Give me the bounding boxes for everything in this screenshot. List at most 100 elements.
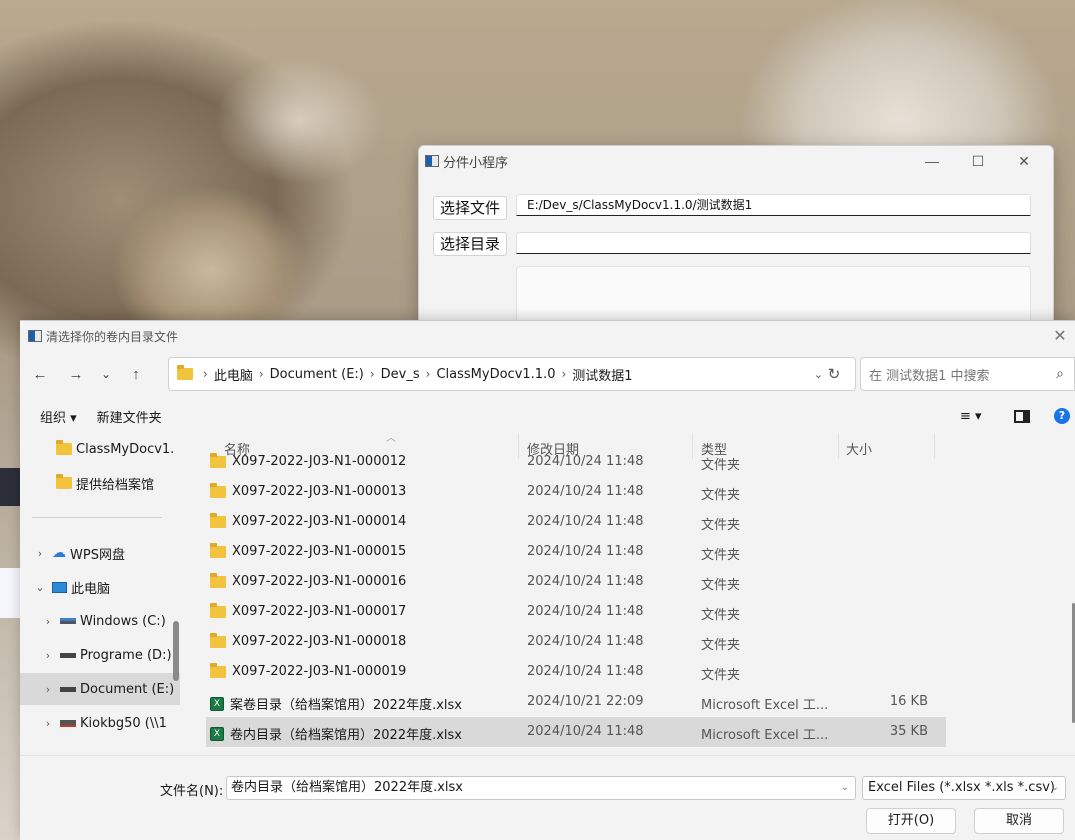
expand-chevron-icon[interactable]: › — [40, 649, 56, 662]
dialog-footer: 文件名(N): 卷内目录（给档案馆用）2022年度.xlsx ⌄ Excel F… — [20, 755, 1075, 840]
maximize-button[interactable]: ☐ — [955, 146, 1001, 176]
app-title: 分件小程序 — [443, 155, 509, 171]
file-name: X097-2022-J03-N1-000015 — [232, 544, 407, 559]
file-row[interactable]: X097-2022-J03-N1-000016 2024/10/24 11:48… — [206, 567, 946, 597]
sidebar-item-classmydoc[interactable]: ClassMyDocv1. — [20, 433, 180, 465]
file-row[interactable]: X097-2022-J03-N1-000013 2024/10/24 11:48… — [206, 477, 946, 507]
file-name: 卷内目录（给档案馆用）2022年度.xlsx — [230, 728, 462, 743]
network-drive-icon — [60, 719, 76, 727]
file-name: 案卷目录（给档案馆用）2022年度.xlsx — [230, 698, 462, 713]
breadcrumb-this-pc[interactable]: 此电脑 — [214, 365, 253, 384]
file-row[interactable]: X097-2022-J03-N1-000015 2024/10/24 11:48… — [206, 537, 946, 567]
view-options-button[interactable]: ≡ ▾ — [960, 401, 982, 431]
file-row-selected[interactable]: X 卷内目录（给档案馆用）2022年度.xlsx 2024/10/24 11:48… — [206, 717, 946, 747]
expand-chevron-icon[interactable]: › — [40, 615, 56, 628]
collapse-chevron-icon[interactable]: ⌄ — [32, 581, 48, 594]
file-row[interactable]: X097-2022-J03-N1-000014 2024/10/24 11:48… — [206, 507, 946, 537]
file-date: 2024/10/24 11:48 — [527, 664, 644, 679]
search-placeholder: 在 测试数据1 中搜索 — [869, 368, 990, 384]
filename-input[interactable]: 卷内目录（给档案馆用）2022年度.xlsx ⌄ — [226, 776, 856, 800]
preview-pane-button[interactable] — [1014, 401, 1030, 431]
expand-chevron-icon[interactable]: › — [32, 547, 48, 560]
file-row[interactable]: X 案卷目录（给档案馆用）2022年度.xlsx 2024/10/21 22:09… — [206, 687, 946, 717]
open-button[interactable]: 打开(O) — [866, 808, 956, 834]
breadcrumb-separator: › — [425, 367, 431, 381]
sidebar-item-label: 此电脑 — [71, 581, 111, 597]
window-controls: — ☐ ✕ — [909, 146, 1047, 176]
chevron-down-icon[interactable]: ⌄ — [841, 777, 849, 799]
sidebar-divider — [32, 517, 162, 518]
filename-label: 文件名(N): — [160, 784, 224, 799]
chevron-down-icon[interactable]: ⌄ — [1051, 777, 1059, 799]
recent-locations-button[interactable]: ⌄ — [94, 362, 118, 386]
file-type: 文件夹 — [701, 548, 741, 563]
navigation-pane: ClassMyDocv1. 提供给档案馆 › ☁ WPS网盘 ⌄ 此电脑 › W… — [20, 433, 190, 755]
breadcrumb-separator: › — [203, 367, 208, 381]
file-date: 2024/10/24 11:48 — [527, 484, 644, 499]
up-button[interactable]: ↑ — [124, 362, 148, 386]
dialog-close-button[interactable]: ✕ — [1045, 321, 1075, 351]
folder-icon — [210, 632, 226, 648]
forward-button[interactable]: → — [64, 362, 88, 386]
select-dir-button[interactable]: 选择目录 — [433, 232, 508, 256]
dir-path-field[interactable] — [516, 232, 1031, 254]
file-type: 文件夹 — [701, 638, 741, 653]
help-button[interactable]: ? — [1054, 401, 1070, 431]
folder-icon — [210, 482, 226, 498]
file-date: 2024/10/21 22:09 — [527, 694, 644, 709]
sidebar-item-drive-d[interactable]: › Programe (D:) — [20, 639, 180, 671]
sidebar-scrollbar[interactable] — [173, 621, 179, 681]
sidebar-item-this-pc[interactable]: ⌄ 此电脑 — [20, 571, 180, 603]
breadcrumb-classmydoc[interactable]: ClassMyDocv1.1.0 — [436, 367, 555, 382]
new-folder-button[interactable]: 新建文件夹 — [97, 407, 162, 426]
file-size: 16 KB — [889, 694, 928, 709]
sidebar-item-label: Document (E:) — [80, 681, 175, 697]
dialog-titlebar: 清选择你的卷内目录文件 — [20, 321, 1075, 351]
file-name: X097-2022-J03-N1-000013 — [232, 484, 407, 499]
search-box[interactable]: 在 测试数据1 中搜索 ⌕ — [860, 357, 1075, 391]
dialog-app-icon — [28, 330, 42, 342]
view-menu-icon: ≡ ▾ — [960, 408, 982, 424]
select-file-button[interactable]: 选择文件 — [433, 196, 508, 220]
sidebar-item-archive[interactable]: 提供给档案馆 — [20, 467, 180, 499]
sidebar-item-wps-cloud[interactable]: › ☁ WPS网盘 — [20, 537, 180, 569]
help-icon: ? — [1054, 408, 1070, 424]
expand-chevron-icon[interactable]: › — [40, 717, 56, 730]
breadcrumb-dev-s[interactable]: Dev_s — [381, 367, 420, 382]
folder-icon — [177, 365, 193, 380]
file-type: 文件夹 — [701, 608, 741, 623]
file-list: 名称 ︿ 修改日期 类型 大小 X097-2022-J03-N1-000012 … — [206, 433, 1075, 755]
refresh-button[interactable]: ↻ — [820, 357, 848, 391]
file-name: X097-2022-J03-N1-000016 — [232, 574, 407, 589]
file-type-select[interactable]: Excel Files (*.xlsx *.xls *.csv) ⌄ — [862, 776, 1066, 800]
app-window: 分件小程序 — ☐ ✕ 选择文件 E:/Dev_s/ClassMyDocv1.1… — [418, 145, 1054, 346]
file-row[interactable]: X097-2022-J03-N1-000019 2024/10/24 11:48… — [206, 657, 946, 687]
file-row[interactable]: X097-2022-J03-N1-000018 2024/10/24 11:48… — [206, 627, 946, 657]
file-date: 2024/10/24 11:48 — [527, 574, 644, 589]
folder-icon — [210, 572, 226, 588]
cloud-icon: ☁ — [52, 545, 66, 561]
organize-menu[interactable]: 组织 ▾ — [40, 407, 77, 426]
file-row[interactable]: X097-2022-J03-N1-000017 2024/10/24 11:48… — [206, 597, 946, 627]
sidebar-item-network-drive[interactable]: › Kiokbg50 (\\1 — [20, 707, 180, 739]
file-row[interactable]: X097-2022-J03-N1-000012 2024/10/24 11:48… — [206, 447, 946, 477]
file-type-value: Excel Files (*.xlsx *.xls *.csv) — [868, 780, 1055, 795]
address-bar[interactable]: › 此电脑 › Document (E:) › Dev_s › ClassMyD… — [168, 357, 856, 391]
file-name: X097-2022-J03-N1-000014 — [232, 514, 407, 529]
cancel-button[interactable]: 取消 — [974, 808, 1064, 834]
file-path-field[interactable]: E:/Dev_s/ClassMyDocv1.1.0/测试数据1 — [516, 194, 1031, 216]
back-button[interactable]: ← — [28, 362, 52, 386]
minimize-button[interactable]: — — [909, 146, 955, 176]
preview-pane-icon — [1014, 409, 1030, 423]
expand-chevron-icon[interactable]: › — [40, 683, 56, 696]
sidebar-item-drive-c[interactable]: › Windows (C:) — [20, 605, 180, 637]
sidebar-item-drive-e[interactable]: › Document (E:) — [20, 673, 180, 705]
breadcrumb-separator: › — [258, 367, 264, 381]
folder-icon — [210, 662, 226, 678]
search-icon[interactable]: ⌕ — [1056, 366, 1064, 382]
sidebar-item-label: WPS网盘 — [70, 547, 125, 563]
folder-icon — [210, 512, 226, 528]
breadcrumb-drive-e[interactable]: Document (E:) — [270, 367, 364, 382]
breadcrumb-current[interactable]: 测试数据1 — [572, 365, 632, 384]
close-button[interactable]: ✕ — [1001, 146, 1047, 176]
